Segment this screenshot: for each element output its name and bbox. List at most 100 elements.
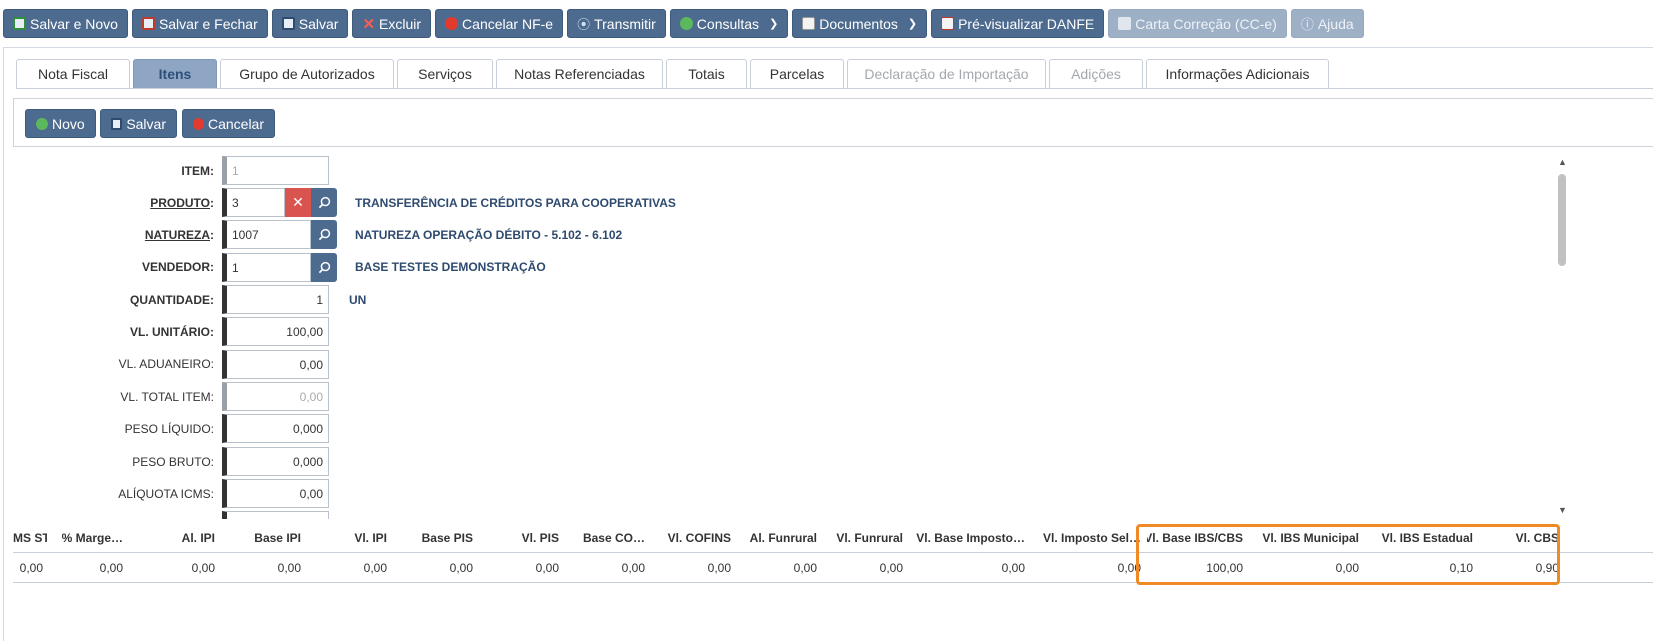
- chevron-down-icon: ❯: [769, 18, 779, 30]
- tab-totais[interactable]: Totais: [666, 59, 747, 88]
- search-icon: [318, 228, 330, 241]
- vl-unitario-field[interactable]: 100,00: [222, 317, 329, 346]
- quantidade-label: QUANTIDADE:: [130, 293, 214, 307]
- tab-notas-referenciadas[interactable]: Notas Referenciadas: [496, 59, 663, 88]
- form-scrollbar[interactable]: ▲ ▼: [1556, 156, 1569, 516]
- peso-liquido-field[interactable]: 0,000: [222, 414, 329, 443]
- transmit-button[interactable]: ⦿ Transmitir: [567, 9, 666, 38]
- tab-grupo-autorizados[interactable]: Grupo de Autorizados: [220, 59, 394, 88]
- col-header[interactable]: Base IPI: [221, 523, 305, 552]
- search-natureza-button[interactable]: [311, 220, 337, 249]
- col-header[interactable]: Al. IPI: [131, 523, 219, 552]
- item-toolbar: Novo Salvar Cancelar: [13, 98, 1653, 147]
- table-cell: 0,00: [191, 561, 215, 575]
- chevron-down-icon: ❯: [907, 18, 918, 30]
- table-cell: 0,00: [1001, 561, 1025, 575]
- natureza-field[interactable]: 1007: [222, 220, 311, 249]
- scroll-down-icon[interactable]: ▼: [1556, 504, 1569, 516]
- tab-bar: Nota Fiscal Itens Grupo de Autorizados S…: [16, 59, 1329, 88]
- consultas-dropdown[interactable]: Consultas ❯: [669, 9, 789, 38]
- search-produto-button[interactable]: [311, 188, 337, 217]
- table-cell: 0,00: [363, 561, 387, 575]
- new-item-button[interactable]: Novo: [25, 109, 96, 138]
- col-header[interactable]: Vl. PIS: [479, 523, 563, 552]
- col-header[interactable]: Al. Funrural: [737, 523, 821, 552]
- col-header[interactable]: Vl. COFINS: [651, 523, 735, 552]
- vl-aduaneiro-field[interactable]: 0,00: [222, 350, 329, 379]
- save-new-icon: [13, 17, 26, 30]
- help-button[interactable]: ⓘ Ajuda: [1290, 9, 1364, 38]
- vendedor-description: BASE TESTES DEMONSTRAÇÃO: [355, 260, 546, 274]
- tab-itens[interactable]: Itens: [133, 59, 217, 88]
- search-vendedor-button[interactable]: [311, 253, 337, 282]
- item-field[interactable]: 1: [222, 156, 329, 185]
- vl-unitario-label: VL. UNITÁRIO:: [130, 325, 214, 339]
- vl-total-item-label: VL. TOTAL ITEM:: [120, 390, 214, 404]
- peso-bruto-field[interactable]: 0,000: [222, 447, 329, 476]
- plus-icon: [36, 117, 48, 130]
- tab-parcelas[interactable]: Parcelas: [750, 59, 844, 88]
- tab-nota-fiscal[interactable]: Nota Fiscal: [16, 59, 130, 88]
- content-frame: Nota Fiscal Itens Grupo de Autorizados S…: [3, 47, 1653, 641]
- produto-label[interactable]: PRODUTO:: [4, 196, 214, 210]
- table-cell: 0,00: [277, 561, 301, 575]
- vl-aduaneiro-label: VL. ADUANEIRO:: [118, 357, 214, 371]
- scroll-up-icon[interactable]: ▲: [1556, 156, 1569, 168]
- table-cell: 0,00: [879, 561, 903, 575]
- cancel-icon: [193, 117, 204, 130]
- preview-icon: [941, 17, 955, 30]
- col-header[interactable]: Base CO…: [565, 523, 649, 552]
- letter-icon: [1118, 17, 1132, 30]
- peso-liquido-label: PESO LÍQUIDO:: [124, 422, 214, 436]
- table-cell: 0,00: [621, 561, 645, 575]
- preview-danfe-button[interactable]: Pré-visualizar DANFE: [931, 9, 1105, 38]
- vendedor-label: VENDEDOR:: [141, 260, 214, 274]
- ibs-cbs-highlight: [1136, 524, 1560, 585]
- tab-declaracao-importacao[interactable]: Declaração de Importação: [847, 59, 1046, 88]
- search-icon: [318, 196, 330, 209]
- delete-icon: ✕: [362, 15, 376, 33]
- tab-informacoes-adicionais[interactable]: Informações Adicionais: [1146, 59, 1329, 88]
- documentos-dropdown[interactable]: Documentos ❯: [792, 9, 928, 38]
- quantidade-field[interactable]: 1: [222, 285, 329, 314]
- col-header[interactable]: Vl. Base Imposto…: [909, 523, 1029, 552]
- table-cell: 0,00: [99, 561, 123, 575]
- cancel-item-button[interactable]: Cancelar: [182, 109, 275, 138]
- col-header[interactable]: MS ST.: [13, 523, 47, 552]
- col-header[interactable]: Vl. Imposto Sel…: [1031, 523, 1145, 552]
- vendedor-field[interactable]: 1: [222, 253, 311, 282]
- natureza-description: NATUREZA OPERAÇÃO DÉBITO - 5.102 - 6.102: [355, 228, 623, 242]
- delete-button[interactable]: ✕ Excluir: [352, 9, 432, 38]
- col-header[interactable]: % Marge…: [51, 523, 127, 552]
- main-toolbar: Salvar e Novo Salvar e Fechar Salvar ✕ E…: [3, 9, 1364, 38]
- save-item-button[interactable]: Salvar: [100, 109, 177, 138]
- clear-produto-button[interactable]: ✕: [285, 188, 311, 217]
- aliquota-icms-field[interactable]: 0,00: [222, 479, 329, 508]
- item-label: ITEM:: [181, 164, 214, 178]
- vl-total-item-field[interactable]: 0,00: [222, 382, 329, 411]
- col-header[interactable]: Vl. IPI: [307, 523, 391, 552]
- col-header[interactable]: Base PIS: [393, 523, 477, 552]
- next-field[interactable]: [222, 511, 329, 519]
- peso-bruto-label: PESO BRUTO:: [132, 455, 214, 469]
- correction-letter-button[interactable]: Carta Correção (CC-e): [1108, 9, 1287, 38]
- natureza-label[interactable]: NATUREZA:: [4, 228, 214, 242]
- cancel-icon: [445, 17, 459, 30]
- table-cell: 0,00: [1117, 561, 1141, 575]
- table-cell: 0,00: [793, 561, 817, 575]
- save-button[interactable]: Salvar: [271, 9, 349, 38]
- tab-servicos[interactable]: Serviços: [397, 59, 493, 88]
- tab-divider: [16, 88, 1653, 89]
- search-icon: [318, 261, 330, 274]
- save-and-new-button[interactable]: Salvar e Novo: [3, 9, 128, 38]
- tab-adicoes[interactable]: Adições: [1049, 59, 1143, 88]
- save-icon: [111, 117, 123, 130]
- scroll-thumb[interactable]: [1558, 174, 1566, 266]
- cancel-nfe-button[interactable]: Cancelar NF-e: [435, 9, 564, 38]
- save-icon: [281, 17, 295, 30]
- globe-icon: [679, 17, 693, 30]
- save-and-close-button[interactable]: Salvar e Fechar: [131, 9, 268, 38]
- produto-field[interactable]: 3: [222, 188, 285, 217]
- table-cell: 0,00: [19, 561, 43, 575]
- col-header[interactable]: Vl. Funrural: [823, 523, 907, 552]
